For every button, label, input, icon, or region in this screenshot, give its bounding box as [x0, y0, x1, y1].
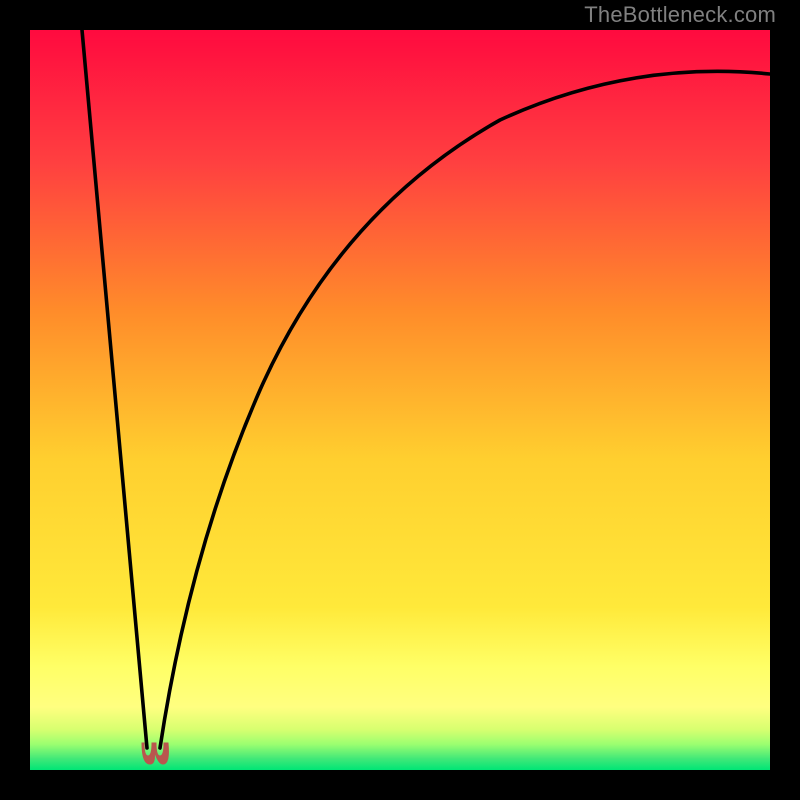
chart-frame: TheBottleneck.com — [0, 0, 800, 800]
plot-area — [30, 30, 770, 770]
curve-left-branch — [82, 30, 147, 748]
curve-right-branch — [160, 71, 770, 748]
watermark-text: TheBottleneck.com — [584, 2, 776, 28]
curve-layer — [30, 30, 770, 770]
